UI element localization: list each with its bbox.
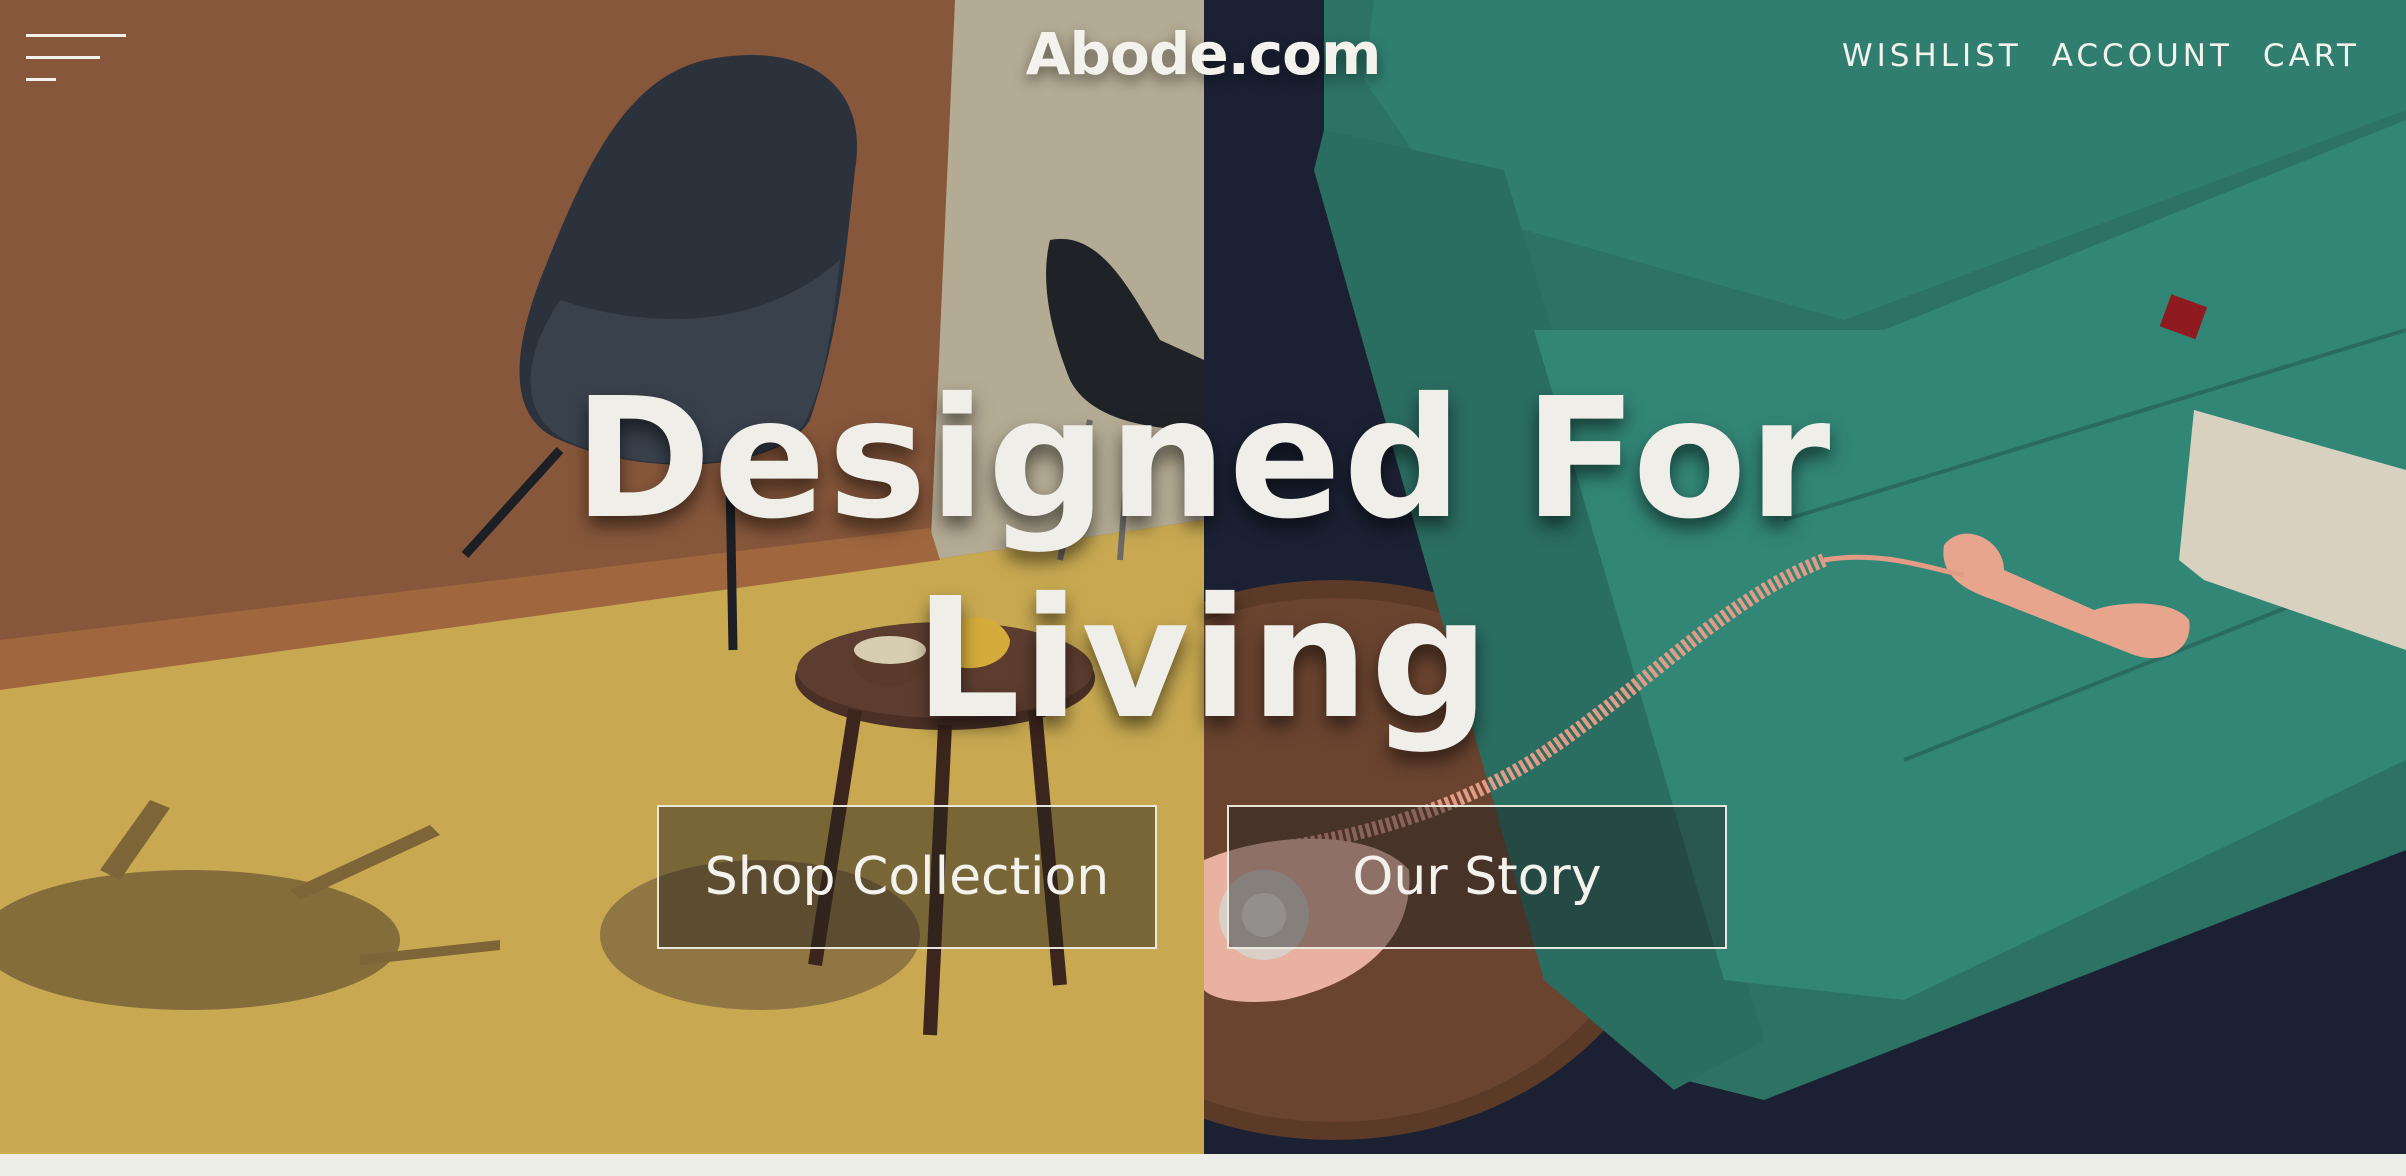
shop-collection-button[interactable]: Shop Collection bbox=[657, 805, 1157, 949]
hero-headline-line-2: Living bbox=[914, 563, 1492, 756]
our-story-button[interactable]: Our Story bbox=[1227, 805, 1727, 949]
nav-cart-link[interactable]: CART bbox=[2263, 38, 2360, 74]
hero-section: Abode.com WISHLIST ACCOUNT CART Designed… bbox=[0, 0, 2406, 1154]
top-nav: WISHLIST ACCOUNT CART bbox=[1842, 38, 2360, 74]
nav-wishlist-link[interactable]: WISHLIST bbox=[1842, 38, 2022, 74]
site-logo[interactable]: Abode.com bbox=[1000, 20, 1406, 88]
hero-headline-line-1: Designed For bbox=[573, 363, 1833, 556]
hamburger-menu-icon[interactable] bbox=[26, 30, 130, 84]
hero-headline: Designed For Living bbox=[540, 360, 1866, 760]
nav-account-link[interactable]: ACCOUNT bbox=[2052, 38, 2233, 74]
below-hero-strip bbox=[0, 1154, 2406, 1176]
